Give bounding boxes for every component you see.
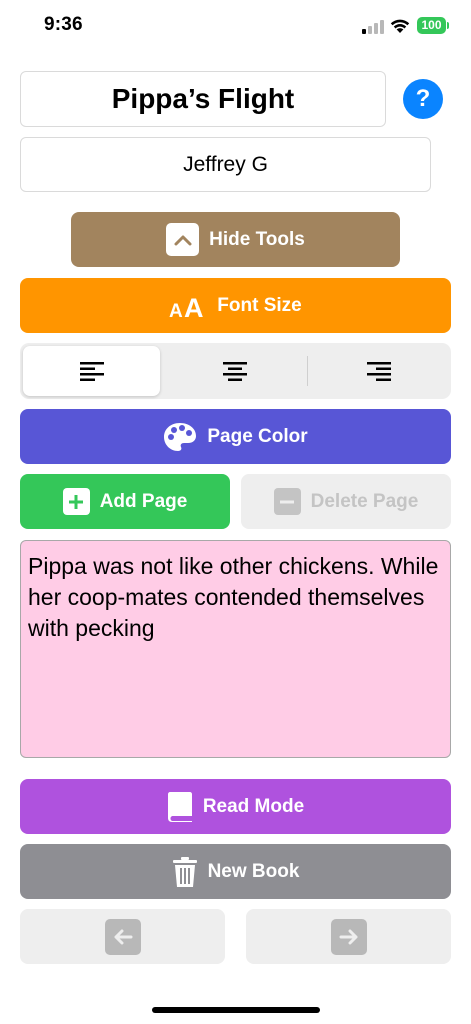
battery-icon: 100 [417,17,449,34]
page-color-label: Page Color [207,425,308,447]
palette-icon [163,422,197,452]
battery-level: 100 [417,17,446,34]
book-title-field[interactable]: Pippa’s Flight [20,71,386,127]
next-page-button[interactable] [246,909,451,964]
chevron-up-icon [166,223,200,256]
align-center-icon [223,362,247,381]
minus-square-icon [273,488,301,515]
cellular-signal-icon [362,20,384,34]
align-right-icon [366,362,391,381]
hide-tools-button[interactable]: Hide Tools [71,212,400,267]
font-size-button[interactable]: A A Font Size [20,278,451,333]
arrow-right-icon [330,918,367,955]
plus-square-icon [62,488,90,515]
add-page-label: Add Page [99,490,188,512]
text-size-icon: A A [169,293,207,319]
text-alignment-control [20,343,451,399]
wifi-icon [389,16,411,34]
arrow-left-icon [104,918,141,955]
help-button[interactable]: ? [403,79,443,119]
new-book-button[interactable]: New Book [20,844,451,899]
align-center-segment[interactable] [165,346,305,396]
delete-page-button[interactable]: Delete Page [241,474,451,529]
question-icon: ? [415,85,431,112]
delete-page-label: Delete Page [310,490,419,512]
add-page-button[interactable]: Add Page [20,474,230,529]
trash-icon [172,856,198,888]
new-book-label: New Book [207,860,300,882]
read-mode-label: Read Mode [202,795,305,817]
home-indicator[interactable] [152,1007,320,1013]
page-color-button[interactable]: Page Color [20,409,451,464]
status-time: 9:36 [44,14,83,35]
previous-page-button[interactable] [20,909,225,964]
svg-text:A: A [169,301,183,319]
read-mode-button[interactable]: Read Mode [20,779,451,834]
hide-tools-label: Hide Tools [209,228,305,250]
align-left-segment[interactable] [23,346,160,396]
svg-text:A: A [184,293,204,319]
align-right-segment[interactable] [309,346,448,396]
status-bar: 9:36 100 [0,0,471,54]
page-text-editor[interactable]: Pippa was not like other chickens. While… [20,540,451,758]
font-size-label: Font Size [217,294,302,316]
book-icon [167,791,193,823]
author-field[interactable]: Jeffrey G [20,137,431,192]
align-left-icon [79,362,104,381]
